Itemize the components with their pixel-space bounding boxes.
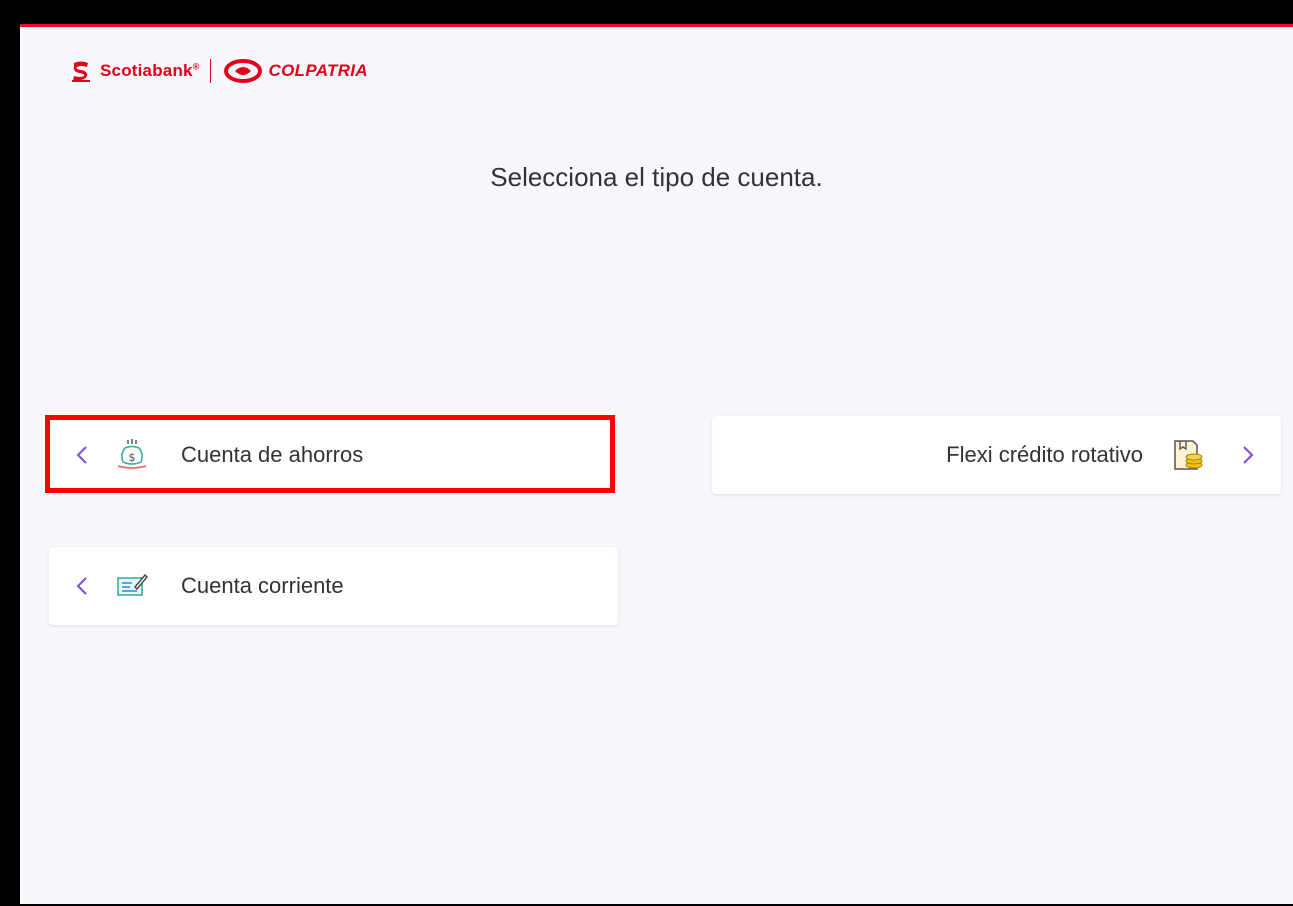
page-title: Selecciona el tipo de cuenta. <box>490 162 823 192</box>
option-label: Flexi crédito rotativo <box>946 442 1143 467</box>
top-accent-bar <box>20 24 1293 27</box>
logo-divider <box>209 59 211 83</box>
colpatria-swirl-icon <box>223 59 262 83</box>
option-cuenta-corriente[interactable]: Cuenta corriente <box>49 547 618 625</box>
chevron-left-icon <box>76 577 87 595</box>
scotiabank-s-icon <box>72 61 90 82</box>
brand-primary: Scotiabank® <box>100 61 200 80</box>
bank-logo: Scotiabank® COLPATRIA <box>70 56 368 86</box>
svg-text:$: $ <box>129 451 136 464</box>
brand-secondary: COLPATRIA <box>268 61 368 80</box>
app-screen: Scotiabank® COLPATRIA Selecciona el tipo… <box>20 24 1293 904</box>
option-label: Cuenta corriente <box>181 573 344 598</box>
option-label: Cuenta de ahorros <box>181 442 364 467</box>
savings-money-icon: $ <box>117 439 147 469</box>
credit-folder-coins-icon <box>1174 440 1203 470</box>
chevron-left-icon <box>76 446 87 464</box>
chevron-right-icon <box>1243 446 1254 464</box>
checkbook-icon <box>117 573 148 596</box>
option-cuenta-de-ahorros[interactable]: $ Cuenta de ahorros <box>49 419 615 491</box>
option-flexi-credito-rotativo[interactable]: Flexi crédito rotativo <box>712 416 1281 494</box>
